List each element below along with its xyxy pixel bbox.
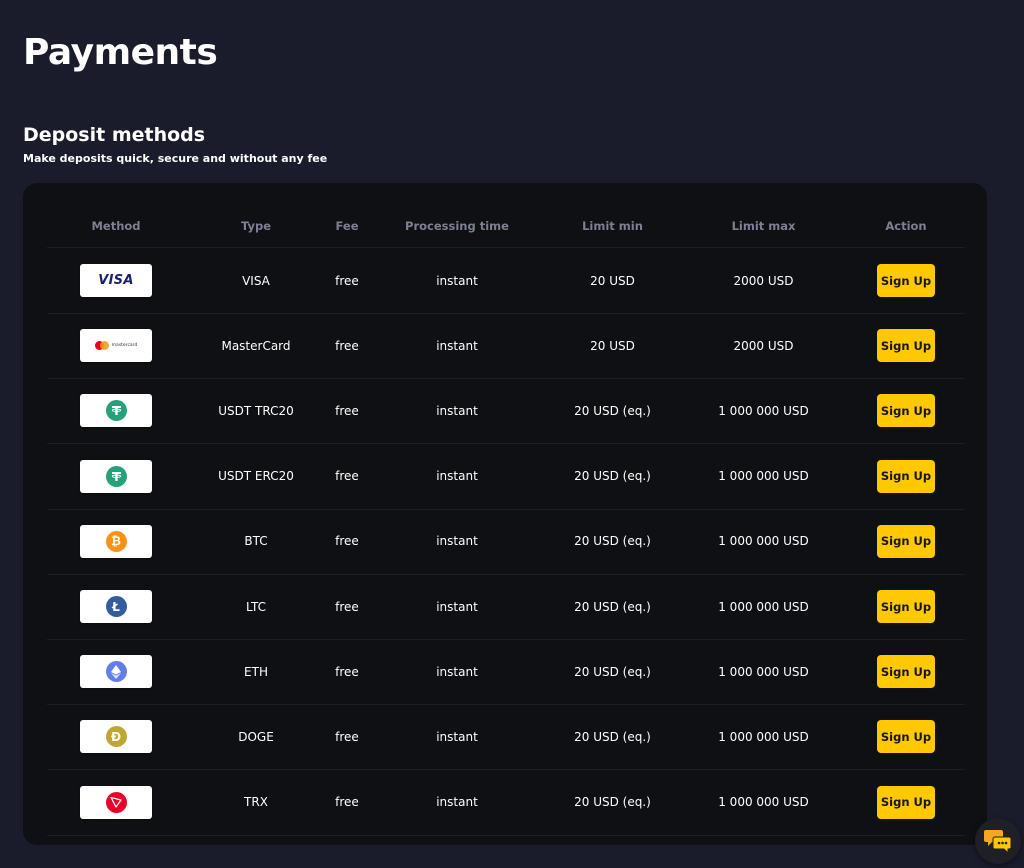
limit-min: 20 USD (eq.) — [574, 664, 651, 679]
limit-min: 20 USD (eq.) — [574, 599, 651, 614]
method-fee: free — [335, 795, 359, 810]
limit-max: 1 000 000 USD — [718, 469, 809, 484]
method-logo-card: Ł — [80, 590, 152, 623]
method-logo-card: mastercard — [80, 329, 152, 363]
limit-max: 1 000 000 USD — [718, 664, 809, 679]
method-type: USDT ERC20 — [218, 469, 294, 484]
method-fee: free — [335, 273, 359, 288]
method-type: BTC — [244, 534, 268, 549]
method-type: MasterCard — [221, 338, 291, 353]
method-type: TRX — [244, 795, 268, 810]
header-action: Action — [885, 219, 927, 233]
sign-up-button[interactable]: Sign Up — [877, 329, 935, 363]
chat-bubbles-icon — [984, 830, 1012, 854]
header-limit-max: Limit max — [731, 219, 796, 233]
method-logo-card: Đ — [80, 720, 152, 754]
method-fee: free — [335, 664, 359, 679]
limit-min: 20 USD (eq.) — [574, 729, 651, 744]
table-row: Ł LTC free instant 20 USD (eq.) 1 000 000 USD… — [47, 574, 965, 640]
method-type: LTC — [245, 599, 267, 614]
processing-time: instant — [436, 273, 478, 288]
limit-min: 20 USD — [590, 273, 635, 288]
table-row: VISA VISA free instant 20 USD 2000 USD Sign Up — [47, 248, 965, 314]
sign-up-button[interactable]: Sign Up — [877, 590, 935, 623]
limit-max: 1 000 000 USD — [718, 599, 809, 614]
chat-button[interactable] — [975, 818, 1021, 864]
sign-up-button[interactable]: Sign Up — [877, 264, 935, 297]
method-fee: free — [335, 599, 359, 614]
limit-max: 1 000 000 USD — [718, 534, 809, 549]
limit-max: 1 000 000 USD — [718, 795, 809, 810]
processing-time: instant — [436, 534, 478, 549]
method-logo-card — [80, 394, 152, 428]
limit-max: 1 000 000 USD — [718, 403, 809, 418]
bitcoin-icon: ₿ — [105, 530, 127, 552]
deposit-methods-table: Method Type Fee Processing time Limit mi… — [23, 183, 987, 845]
page-title: Payments — [23, 32, 218, 73]
section-title: Deposit methods — [23, 124, 206, 146]
dogecoin-icon: Đ — [105, 726, 127, 748]
processing-time: instant — [436, 338, 478, 353]
tether-icon — [105, 465, 127, 487]
sign-up-button[interactable]: Sign Up — [877, 524, 935, 558]
method-type: ETH — [244, 664, 268, 679]
limit-min: 20 USD (eq.) — [574, 403, 651, 418]
method-fee: free — [335, 729, 359, 744]
limit-min: 20 USD (eq.) — [574, 534, 651, 549]
processing-time: instant — [436, 599, 478, 614]
method-fee: free — [335, 469, 359, 484]
processing-time: instant — [436, 729, 478, 744]
ethereum-icon — [105, 661, 127, 683]
method-fee: free — [335, 403, 359, 418]
method-logo-card — [80, 459, 152, 493]
table-row: ETH free instant 20 USD (eq.) 1 000 000 USD S… — [47, 639, 965, 706]
litecoin-icon: Ł — [105, 596, 127, 617]
table-row: mastercard MasterCard free instant 20 USD 200… — [47, 313, 965, 380]
payments-page: Payments Deposit methods Make deposits q… — [0, 0, 1024, 868]
processing-time: instant — [436, 795, 478, 810]
processing-time: instant — [436, 664, 478, 679]
method-fee: free — [335, 338, 359, 353]
limit-max: 2000 USD — [733, 338, 794, 353]
processing-time: instant — [436, 469, 478, 484]
table-row: USDT ERC20 free instant 20 USD (eq.) 1 000 0… — [47, 444, 965, 510]
processing-time: instant — [436, 403, 478, 418]
table-row: USDT TRC20 free instant 20 USD (eq.) 1 000 0… — [47, 378, 965, 445]
sign-up-button[interactable]: Sign Up — [877, 720, 935, 754]
section-subtitle: Make deposits quick, secure and without … — [23, 152, 328, 165]
method-logo-card: VISA — [80, 264, 152, 297]
limit-min: 20 USD — [590, 338, 635, 353]
table-row: TRX free instant 20 USD (eq.) 1 000 000 USD S… — [47, 770, 965, 836]
limit-max: 1 000 000 USD — [718, 729, 809, 744]
visa-logo: VISA — [98, 273, 134, 288]
sign-up-button[interactable]: Sign Up — [877, 394, 935, 428]
header-type: Type — [240, 219, 271, 233]
sign-up-button[interactable]: Sign Up — [877, 785, 935, 819]
table-header: Method Type Fee Processing time Limit mi… — [47, 205, 965, 248]
method-logo-card — [80, 785, 152, 819]
tether-icon — [105, 400, 127, 422]
sign-up-button[interactable]: Sign Up — [877, 459, 935, 493]
limit-min: 20 USD (eq.) — [574, 469, 651, 484]
method-type: VISA — [242, 273, 270, 288]
method-type: USDT TRC20 — [218, 403, 294, 418]
method-fee: free — [335, 534, 359, 549]
header-processing-time: Processing time — [405, 219, 509, 233]
sign-up-button[interactable]: Sign Up — [877, 655, 935, 689]
limit-max: 2000 USD — [733, 273, 794, 288]
header-fee: Fee — [335, 219, 359, 233]
table-row: Đ DOGE free instant 20 USD (eq.) 1 000 000 US… — [47, 704, 965, 771]
table-row: ₿ BTC free instant 20 USD (eq.) 1 000 000 USD… — [47, 509, 965, 575]
header-method: Method — [91, 219, 141, 233]
limit-min: 20 USD (eq.) — [574, 795, 651, 810]
tron-icon — [105, 791, 127, 813]
header-limit-min: Limit min — [582, 219, 643, 233]
method-type: DOGE — [238, 729, 274, 744]
method-logo-card: ₿ — [80, 524, 152, 558]
method-logo-card — [80, 655, 152, 689]
mastercard-logo: mastercard — [94, 341, 137, 351]
